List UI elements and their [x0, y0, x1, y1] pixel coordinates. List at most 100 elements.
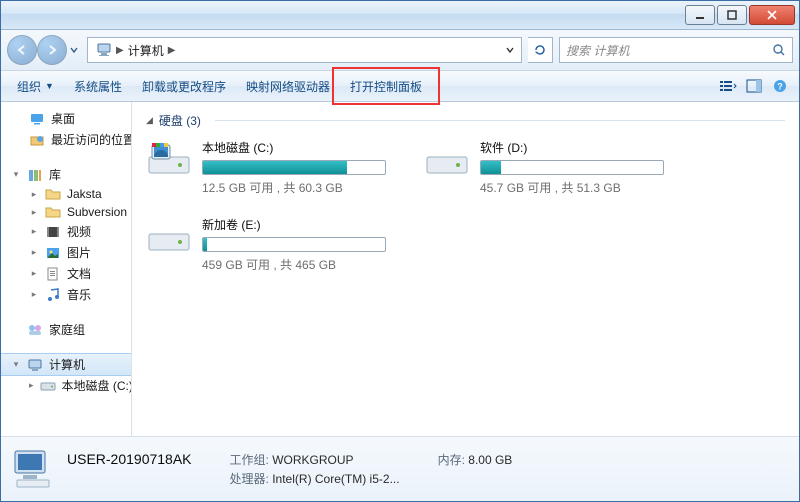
drive-stat: 459 GB 可用 , 共 465 GB	[202, 256, 386, 273]
nav-bar: ▶ 计算机 ▶ 搜索 计算机	[1, 30, 799, 71]
drive-stat: 45.7 GB 可用 , 共 51.3 GB	[480, 179, 664, 196]
expand-icon: ▸	[29, 268, 39, 279]
body-split: 桌面 最近访问的位置 ▾ 库 ▸ Jaksta	[1, 102, 799, 436]
tree-item-desktop[interactable]: 桌面	[1, 108, 131, 129]
tree-item-subversion[interactable]: ▸ Subversion	[1, 203, 131, 221]
tree-item-homegroup[interactable]: 家庭组	[1, 319, 131, 340]
close-button[interactable]	[749, 5, 795, 25]
explorer-window: ▶ 计算机 ▶ 搜索 计算机 组织 ▼ 系统属性	[0, 0, 800, 502]
arrow-right-icon	[46, 44, 58, 56]
expand-icon: ▸	[29, 207, 39, 218]
drives-list: 本地磁盘 (C:)12.5 GB 可用 , 共 60.3 GB 软件 (D:) 45…	[146, 139, 785, 273]
tree-item-music[interactable]: ▸ 音乐	[1, 284, 131, 305]
help-icon: ?	[773, 79, 787, 93]
tree-item-local-c[interactable]: ▸ 本地磁盘 (C:)	[1, 375, 131, 396]
back-button[interactable]	[7, 35, 37, 65]
chevron-right-icon: ▶	[116, 45, 124, 56]
recent-icon	[29, 132, 45, 148]
collapse-icon: ▾	[11, 169, 21, 180]
usage-bar	[202, 237, 386, 252]
drive-name: 软件 (D:)	[480, 139, 664, 156]
tree-item-recent[interactable]: 最近访问的位置	[1, 129, 131, 150]
expand-icon: ▸	[29, 189, 39, 200]
address-bar[interactable]: ▶ 计算机 ▶	[87, 37, 522, 63]
tree-item-pictures[interactable]: ▸ 图片	[1, 242, 131, 263]
title-bar	[1, 1, 799, 30]
search-box[interactable]: 搜索 计算机	[559, 37, 793, 63]
preview-pane-button[interactable]	[741, 71, 767, 101]
forward-button[interactable]	[37, 35, 67, 65]
organize-menu[interactable]: 组织 ▼	[7, 71, 64, 101]
breadcrumb-root[interactable]: ▶ 计算机 ▶	[90, 38, 181, 62]
chevron-right-icon: ▶	[168, 45, 176, 56]
chevron-down-icon	[70, 46, 78, 54]
preview-pane-icon	[746, 79, 762, 93]
folder-icon	[45, 205, 61, 219]
arrow-left-icon	[16, 44, 28, 56]
nav-arrows	[7, 35, 81, 65]
drive-icon	[146, 216, 192, 256]
details-name: USER-20190718AK	[67, 451, 192, 467]
library-icon	[27, 167, 43, 183]
tree-item-jaksta[interactable]: ▸ Jaksta	[1, 185, 131, 203]
command-bar: 组织 ▼ 系统属性 卸载或更改程序 映射网络驱动器 打开控制面板	[1, 71, 799, 102]
drive-name: 新加卷 (E:)	[202, 216, 386, 233]
breadcrumb-label: 计算机	[128, 42, 164, 59]
computer-large-icon	[11, 447, 55, 491]
drive-item[interactable]: 新加卷 (E:) 459 GB 可用 , 共 465 GB	[146, 216, 386, 273]
organize-label: 组织	[17, 78, 41, 95]
usage-bar	[480, 160, 664, 175]
tree-item-computer[interactable]: ▾ 计算机	[1, 353, 131, 376]
section-header-drives[interactable]: ◢ 硬盘 (3)	[146, 112, 785, 129]
refresh-button[interactable]	[528, 37, 553, 63]
search-placeholder: 搜索 计算机	[566, 42, 772, 59]
video-icon	[45, 225, 61, 239]
content-pane: document.currentScript.previousElementSi…	[132, 102, 799, 436]
usage-bar	[202, 160, 386, 175]
expand-icon: ▸	[29, 247, 39, 258]
search-icon	[772, 43, 786, 57]
close-icon	[766, 10, 778, 20]
pictures-icon	[45, 246, 61, 260]
drive-item[interactable]: 本地磁盘 (C:)12.5 GB 可用 , 共 60.3 GB	[146, 139, 386, 196]
uninstall-programs-button[interactable]: 卸载或更改程序	[132, 71, 236, 101]
help-button[interactable]: ?	[767, 71, 793, 101]
map-network-drive-button[interactable]: 映射网络驱动器	[236, 71, 340, 101]
minimize-button[interactable]	[685, 5, 715, 25]
drive-icon	[424, 139, 470, 179]
expand-icon: ▸	[29, 380, 34, 391]
nav-history-dropdown[interactable]	[67, 37, 81, 63]
minimize-icon	[695, 10, 705, 20]
computer-icon	[96, 42, 112, 58]
section-title: 硬盘 (3)	[159, 112, 201, 129]
open-control-panel-button[interactable]: 打开控制面板	[340, 71, 432, 101]
view-icon	[719, 79, 737, 93]
folder-icon	[45, 187, 61, 201]
system-properties-button[interactable]: 系统属性	[64, 71, 132, 101]
drive-icon	[40, 380, 56, 392]
chevron-down-icon: ▼	[45, 81, 54, 91]
drive-name: 本地磁盘 (C:)	[202, 139, 386, 156]
collapse-icon: ◢	[146, 115, 153, 126]
desktop-icon	[29, 111, 45, 127]
refresh-icon	[533, 43, 547, 57]
collapse-icon: ▾	[11, 359, 21, 370]
expand-icon: ▸	[29, 226, 39, 237]
music-icon	[45, 287, 61, 303]
maximize-button[interactable]	[717, 5, 747, 25]
tree-item-video[interactable]: ▸ 视频	[1, 221, 131, 242]
homegroup-icon	[27, 322, 43, 338]
svg-text:?: ?	[777, 82, 783, 92]
computer-icon	[27, 357, 43, 373]
details-pane: USER-20190718AK 工作组: WORKGROUP 处理器: Inte…	[1, 436, 799, 501]
maximize-icon	[727, 10, 737, 20]
drive-icon	[146, 139, 192, 179]
drive-item[interactable]: 软件 (D:) 45.7 GB 可用 , 共 51.3 GB	[424, 139, 664, 196]
nav-tree: 桌面 最近访问的位置 ▾ 库 ▸ Jaksta	[1, 102, 132, 436]
documents-icon	[45, 266, 61, 282]
tree-item-documents[interactable]: ▸ 文档	[1, 263, 131, 284]
address-dropdown[interactable]	[501, 46, 519, 54]
chevron-down-icon	[506, 46, 514, 54]
view-options-button[interactable]	[715, 71, 741, 101]
tree-item-libraries[interactable]: ▾ 库	[1, 164, 131, 185]
